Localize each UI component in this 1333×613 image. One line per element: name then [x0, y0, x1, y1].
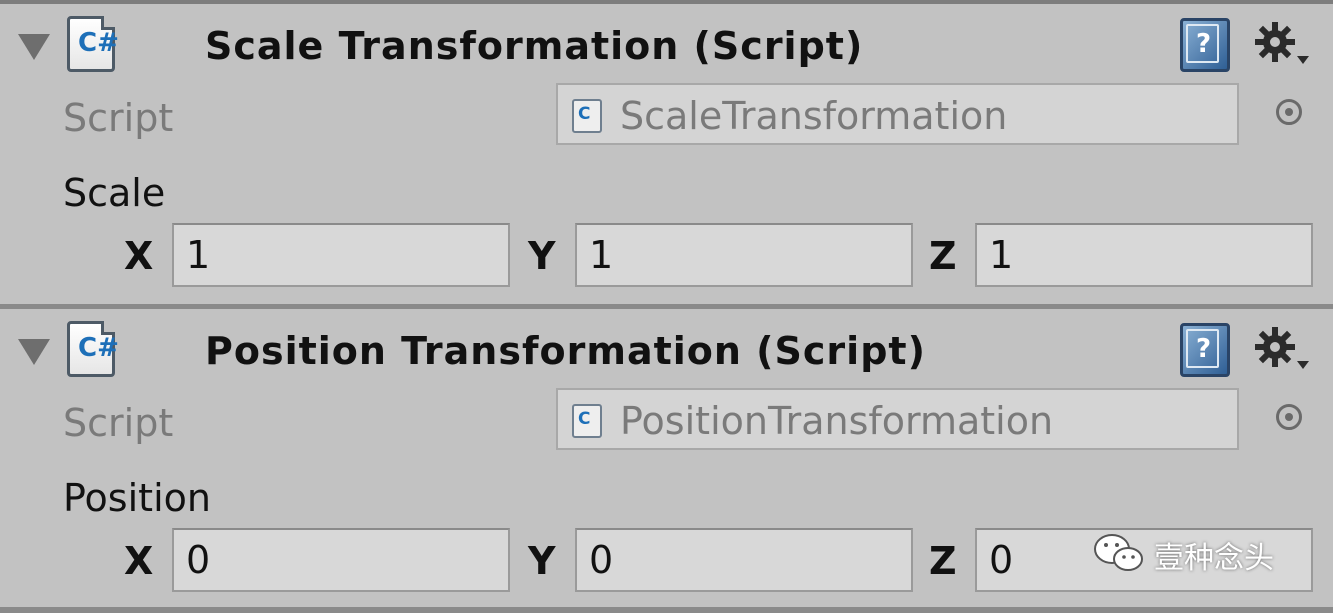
script-object-value: ScaleTransformation: [620, 94, 1008, 138]
gear-icon[interactable]: [1253, 325, 1313, 373]
script-object-value: PositionTransformation: [620, 399, 1054, 443]
wechat-logo-icon: [1094, 534, 1143, 571]
axis-y-label[interactable]: Y: [528, 539, 556, 583]
csharp-script-mini-icon: C: [572, 404, 602, 438]
watermark-text: 壹种念头: [1154, 541, 1274, 576]
help-book-icon[interactable]: ?: [1180, 323, 1230, 377]
axis-y-field[interactable]: 1: [575, 223, 913, 287]
csharp-script-icon: C#: [67, 16, 119, 72]
component-title[interactable]: Scale Transformation (Script): [205, 24, 863, 68]
foldout-arrow-icon[interactable]: [18, 339, 50, 365]
axis-x-label[interactable]: X: [124, 234, 153, 278]
component-scale-transformation: C# Scale Transformation (Script) ? Scrip…: [0, 4, 1333, 306]
gear-icon[interactable]: [1253, 20, 1313, 68]
vector-label: Position: [63, 476, 211, 520]
axis-y-field[interactable]: 0: [575, 528, 913, 592]
csharp-script-mini-icon: C: [572, 99, 602, 133]
vector-label: Scale: [63, 171, 166, 215]
script-object-field[interactable]: C PositionTransformation: [556, 388, 1239, 450]
script-label: Script: [63, 96, 174, 140]
axis-x-field[interactable]: 1: [172, 223, 510, 287]
axis-x-field[interactable]: 0: [172, 528, 510, 592]
axis-x-label[interactable]: X: [124, 539, 153, 583]
object-picker-icon[interactable]: [1276, 99, 1302, 125]
axis-z-field[interactable]: 1: [975, 223, 1313, 287]
axis-z-label[interactable]: Z: [929, 234, 957, 278]
component-title[interactable]: Position Transformation (Script): [205, 329, 926, 373]
script-label: Script: [63, 401, 174, 445]
script-object-field[interactable]: C ScaleTransformation: [556, 83, 1239, 145]
help-book-icon[interactable]: ?: [1180, 18, 1230, 72]
axis-y-label[interactable]: Y: [528, 234, 556, 278]
bottom-border: [0, 607, 1333, 613]
watermark: 壹种念头: [1092, 531, 1302, 576]
foldout-arrow-icon[interactable]: [18, 34, 50, 60]
object-picker-icon[interactable]: [1276, 404, 1302, 430]
axis-z-label[interactable]: Z: [929, 539, 957, 583]
csharp-script-icon: C#: [67, 321, 119, 377]
